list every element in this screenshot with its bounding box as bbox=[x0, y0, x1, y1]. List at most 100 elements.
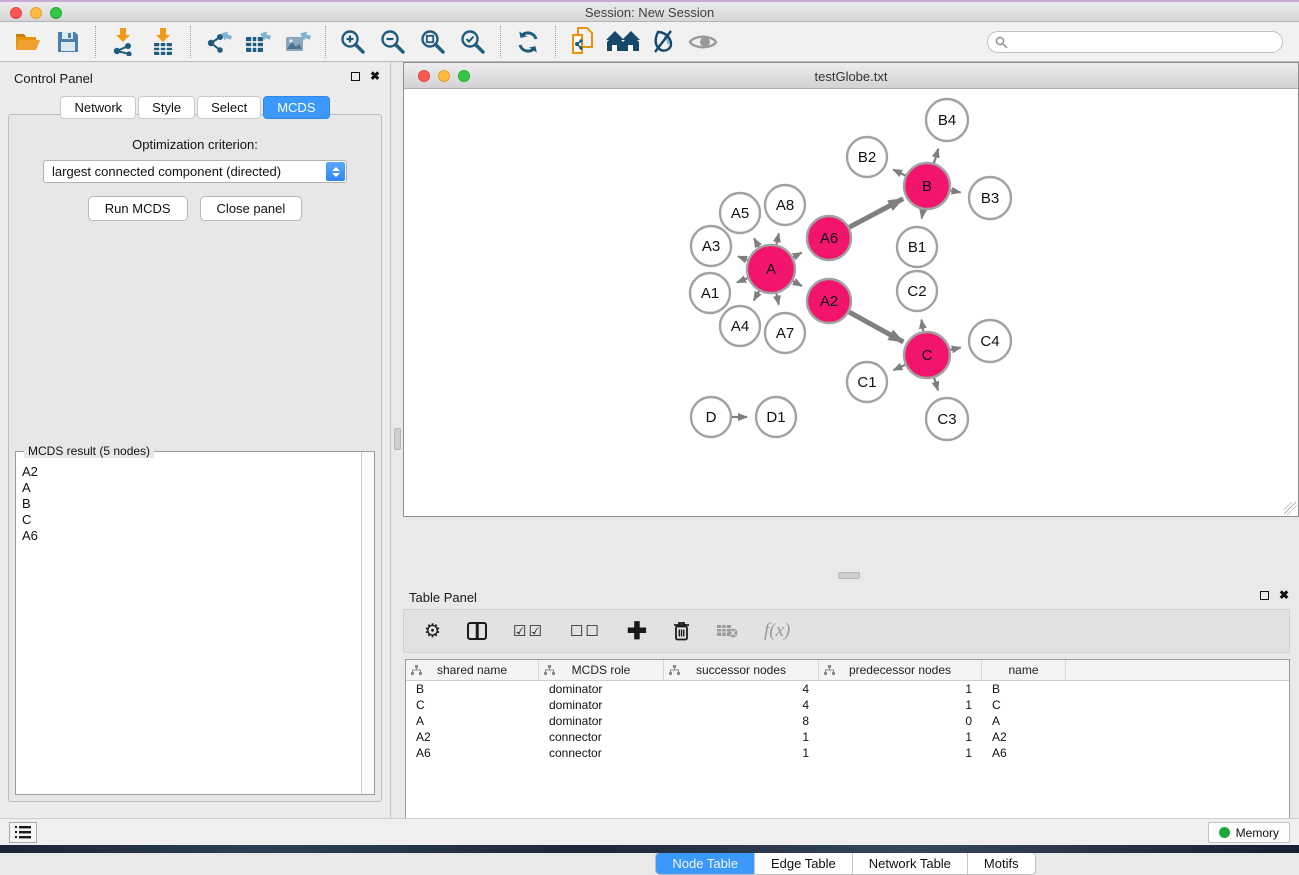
cell-successor-nodes[interactable]: 4 bbox=[664, 682, 819, 696]
cell-shared-name[interactable]: A2 bbox=[406, 730, 539, 744]
edge-B-B2[interactable] bbox=[893, 170, 905, 176]
tab-node-table[interactable]: Node Table bbox=[656, 853, 755, 874]
refresh-layout-icon[interactable] bbox=[508, 25, 548, 59]
horizontal-splitter-handle[interactable] bbox=[838, 572, 860, 579]
import-table-icon[interactable] bbox=[143, 25, 183, 59]
tab-motifs[interactable]: Motifs bbox=[968, 853, 1035, 874]
run-mcds-button[interactable]: Run MCDS bbox=[88, 196, 188, 221]
cell-MCDS-role[interactable]: connector bbox=[539, 746, 664, 760]
cell-name[interactable]: A bbox=[982, 714, 1066, 728]
edge-A-A8[interactable] bbox=[776, 233, 778, 244]
edge-B-B3[interactable] bbox=[951, 190, 961, 192]
cell-MCDS-role[interactable]: connector bbox=[539, 730, 664, 744]
edge-A2-C[interactable] bbox=[849, 312, 903, 342]
result-item[interactable]: B bbox=[22, 496, 361, 512]
tab-network-table[interactable]: Network Table bbox=[853, 853, 968, 874]
cell-shared-name[interactable]: A6 bbox=[406, 746, 539, 760]
table-row[interactable]: A6connector11A6 bbox=[406, 745, 1289, 761]
cell-shared-name[interactable]: A bbox=[406, 714, 539, 728]
export-image-icon[interactable] bbox=[278, 25, 318, 59]
split-view-icon[interactable] bbox=[467, 622, 487, 640]
resize-grip[interactable] bbox=[1284, 502, 1297, 515]
cell-MCDS-role[interactable]: dominator bbox=[539, 682, 664, 696]
table-row[interactable]: Adominator80A bbox=[406, 713, 1289, 729]
table-row[interactable]: Bdominator41B bbox=[406, 681, 1289, 697]
result-scrollbar[interactable] bbox=[361, 452, 374, 794]
import-network-icon[interactable] bbox=[103, 25, 143, 59]
open-file-icon[interactable] bbox=[8, 25, 48, 59]
birds-eye-view-icon[interactable] bbox=[683, 25, 723, 59]
delete-table-icon[interactable] bbox=[716, 623, 738, 639]
tab-style[interactable]: Style bbox=[138, 96, 195, 119]
edge-B-B4[interactable] bbox=[934, 149, 938, 163]
result-item[interactable]: A2 bbox=[22, 464, 361, 480]
edge-C-C3[interactable] bbox=[934, 378, 938, 390]
cell-successor-nodes[interactable]: 4 bbox=[664, 698, 819, 712]
home-icon[interactable] bbox=[603, 25, 643, 59]
edge-C-C1[interactable] bbox=[893, 365, 905, 370]
search-input[interactable] bbox=[987, 31, 1283, 53]
memory-button[interactable]: Memory bbox=[1208, 822, 1290, 843]
edge-A-A5[interactable] bbox=[754, 238, 759, 247]
result-item[interactable]: C bbox=[22, 512, 361, 528]
close-panel-icon[interactable]: ✖ bbox=[370, 71, 380, 81]
cell-predecessor-nodes[interactable]: 0 bbox=[819, 714, 982, 728]
edge-A-A1[interactable] bbox=[737, 278, 748, 282]
edge-B-B1[interactable] bbox=[922, 210, 923, 219]
network-window-titlebar[interactable]: testGlobe.txt bbox=[404, 63, 1298, 89]
edge-C-C2[interactable] bbox=[921, 320, 923, 332]
close-table-panel-icon[interactable]: ✖ bbox=[1279, 590, 1289, 600]
task-history-button[interactable] bbox=[9, 822, 37, 843]
cell-name[interactable]: A2 bbox=[982, 730, 1066, 744]
result-item[interactable]: A6 bbox=[22, 528, 361, 544]
edge-A6-B[interactable] bbox=[849, 199, 903, 228]
function-builder-icon[interactable]: f(x) bbox=[764, 620, 790, 642]
tab-select[interactable]: Select bbox=[197, 96, 261, 119]
edge-C-C4[interactable] bbox=[950, 348, 960, 350]
tab-mcds[interactable]: MCDS bbox=[263, 96, 329, 119]
edge-A-A2[interactable] bbox=[793, 281, 802, 286]
float-panel-icon[interactable] bbox=[351, 72, 360, 81]
cell-name[interactable]: C bbox=[982, 698, 1066, 712]
table-row[interactable]: A2connector11A2 bbox=[406, 729, 1289, 745]
edge-A-A3[interactable] bbox=[738, 256, 748, 260]
cell-predecessor-nodes[interactable]: 1 bbox=[819, 746, 982, 760]
mcds-result-list[interactable]: A2ABCA6 bbox=[16, 456, 361, 794]
zoom-selected-icon[interactable] bbox=[453, 25, 493, 59]
column-header-predecessor-nodes[interactable]: predecessor nodes bbox=[819, 660, 982, 680]
cell-MCDS-role[interactable]: dominator bbox=[539, 714, 664, 728]
delete-column-icon[interactable] bbox=[673, 621, 690, 641]
zoom-fit-icon[interactable] bbox=[413, 25, 453, 59]
deselect-all-columns-icon[interactable]: ☐☐ bbox=[570, 622, 601, 640]
select-all-columns-icon[interactable]: ☑☑ bbox=[513, 622, 544, 640]
edge-A-A7[interactable] bbox=[776, 293, 778, 304]
save-session-icon[interactable] bbox=[48, 25, 88, 59]
cell-name[interactable]: B bbox=[982, 682, 1066, 696]
cell-predecessor-nodes[interactable]: 1 bbox=[819, 682, 982, 696]
cell-shared-name[interactable]: C bbox=[406, 698, 539, 712]
hide-graphics-details-icon[interactable] bbox=[643, 25, 683, 59]
close-panel-button[interactable]: Close panel bbox=[200, 196, 303, 221]
cell-successor-nodes[interactable]: 8 bbox=[664, 714, 819, 728]
tab-edge-table[interactable]: Edge Table bbox=[755, 853, 853, 874]
add-column-icon[interactable]: ✚ bbox=[627, 617, 647, 646]
network-canvas[interactable]: AA1A2A3A4A5A6A7A8BB1B2B3B4CC1C2C3C4DD1 bbox=[404, 89, 1298, 516]
result-item[interactable]: A bbox=[22, 480, 361, 496]
vertical-splitter-handle[interactable] bbox=[394, 428, 401, 450]
tab-network[interactable]: Network bbox=[60, 96, 136, 119]
cell-successor-nodes[interactable]: 1 bbox=[664, 730, 819, 744]
edge-A-A4[interactable] bbox=[754, 291, 759, 301]
cell-MCDS-role[interactable]: dominator bbox=[539, 698, 664, 712]
cell-predecessor-nodes[interactable]: 1 bbox=[819, 698, 982, 712]
column-header-name[interactable]: name bbox=[982, 660, 1066, 680]
export-network-icon[interactable] bbox=[198, 25, 238, 59]
network-from-selection-icon[interactable] bbox=[563, 25, 603, 59]
column-header-MCDS-role[interactable]: MCDS role bbox=[539, 660, 664, 680]
table-row[interactable]: Cdominator41C bbox=[406, 697, 1289, 713]
export-table-icon[interactable] bbox=[238, 25, 278, 59]
edge-A-A6[interactable] bbox=[793, 253, 802, 258]
criterion-dropdown[interactable]: largest connected component (directed) bbox=[43, 160, 347, 183]
cell-shared-name[interactable]: B bbox=[406, 682, 539, 696]
zoom-out-icon[interactable] bbox=[373, 25, 413, 59]
cell-predecessor-nodes[interactable]: 1 bbox=[819, 730, 982, 744]
